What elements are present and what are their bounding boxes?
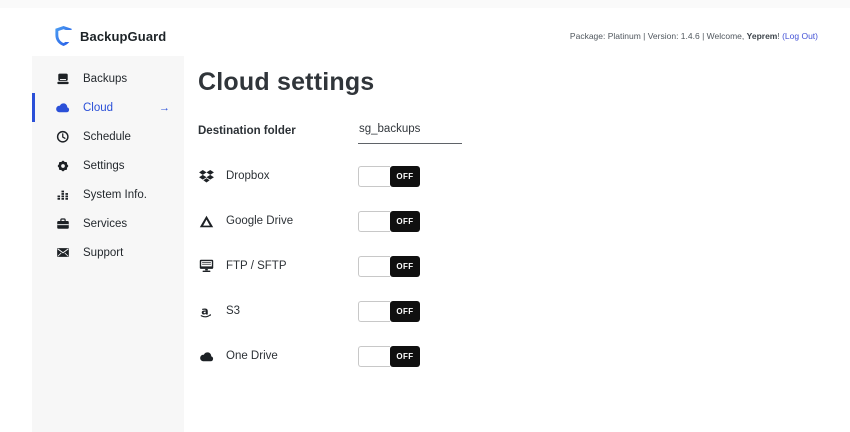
page-top-margin (0, 0, 850, 8)
onedrive-cloud-icon (198, 351, 214, 362)
sidebar-item-support[interactable]: Support (32, 238, 184, 267)
sidebar-item-settings[interactable]: Settings (32, 151, 184, 180)
equalizer-icon (55, 188, 70, 202)
google-drive-toggle[interactable]: OFF (358, 211, 420, 232)
dropbox-toggle[interactable]: OFF (358, 166, 420, 187)
toggle-knob (358, 256, 390, 277)
toggle-knob (358, 166, 390, 187)
destination-folder-label: Destination folder (198, 123, 358, 137)
provider-label: S3 (226, 305, 358, 317)
toggle-knob (358, 301, 390, 322)
provider-label: FTP / SFTP (226, 260, 358, 272)
sidebar: Backups Cloud → Schedule (32, 56, 184, 432)
clock-icon (55, 130, 70, 144)
toggle-state-label: OFF (390, 256, 420, 277)
sidebar-item-backups[interactable]: Backups (32, 64, 184, 93)
onedrive-toggle[interactable]: OFF (358, 346, 420, 367)
header-meta: Package: Platinum | Version: 1.4.6 | Wel… (570, 31, 818, 41)
briefcase-icon (55, 217, 70, 231)
dropbox-icon (198, 170, 214, 183)
provider-row-onedrive: One Drive OFF (198, 344, 850, 368)
provider-row-google-drive: Google Drive OFF (198, 209, 850, 233)
sidebar-item-cloud[interactable]: Cloud → (32, 93, 184, 122)
s3-toggle[interactable]: OFF (358, 301, 420, 322)
plugin-page: BackupGuard Package: Platinum | Version:… (0, 8, 850, 432)
provider-label: Dropbox (226, 170, 358, 182)
svg-text:a: a (201, 304, 208, 317)
brand: BackupGuard (54, 25, 166, 47)
gear-icon (55, 159, 70, 173)
header-bar: BackupGuard Package: Platinum | Version:… (30, 16, 820, 56)
sidebar-label: Settings (83, 160, 125, 172)
provider-row-s3: a S3 OFF (198, 299, 850, 323)
provider-label: Google Drive (226, 215, 358, 227)
sidebar-label: Schedule (83, 131, 131, 143)
destination-folder-row: Destination folder (198, 123, 850, 144)
active-arrow-icon: → (159, 102, 170, 114)
toggle-knob (358, 211, 390, 232)
toggle-state-label: OFF (390, 211, 420, 232)
sidebar-item-schedule[interactable]: Schedule (32, 122, 184, 151)
brand-name: BackupGuard (80, 29, 166, 44)
sidebar-label: Backups (83, 73, 127, 85)
toggle-knob (358, 346, 390, 367)
sidebar-label: Services (83, 218, 127, 230)
destination-folder-input[interactable] (358, 123, 462, 144)
main-content: Cloud settings Destination folder Dropbo… (184, 56, 850, 432)
amazon-s3-icon: a (198, 304, 214, 319)
backups-drive-icon (55, 72, 70, 86)
toggle-state-label: OFF (390, 166, 420, 187)
provider-label: One Drive (226, 350, 358, 362)
sidebar-item-services[interactable]: Services (32, 209, 184, 238)
sidebar-item-system-info[interactable]: System Info. (32, 180, 184, 209)
provider-row-ftp: FTP / SFTP OFF (198, 254, 850, 278)
toggle-state-label: OFF (390, 346, 420, 367)
sidebar-label: Support (83, 247, 123, 259)
meta-username: Yeprem (747, 31, 778, 41)
envelope-icon (55, 246, 70, 259)
toggle-state-label: OFF (390, 301, 420, 322)
ftp-toggle[interactable]: OFF (358, 256, 420, 277)
meta-package-version: Package: Platinum | Version: 1.4.6 | Wel… (570, 31, 747, 41)
sidebar-label: System Info. (83, 189, 147, 201)
sidebar-label: Cloud (83, 102, 113, 114)
provider-row-dropbox: Dropbox OFF (198, 164, 850, 188)
google-drive-icon (198, 215, 214, 228)
ftp-monitor-icon (198, 259, 214, 273)
cloud-icon (55, 102, 70, 113)
logout-link[interactable]: (Log Out) (782, 31, 818, 41)
page-title: Cloud settings (198, 68, 850, 97)
backupguard-shield-icon (54, 25, 73, 47)
